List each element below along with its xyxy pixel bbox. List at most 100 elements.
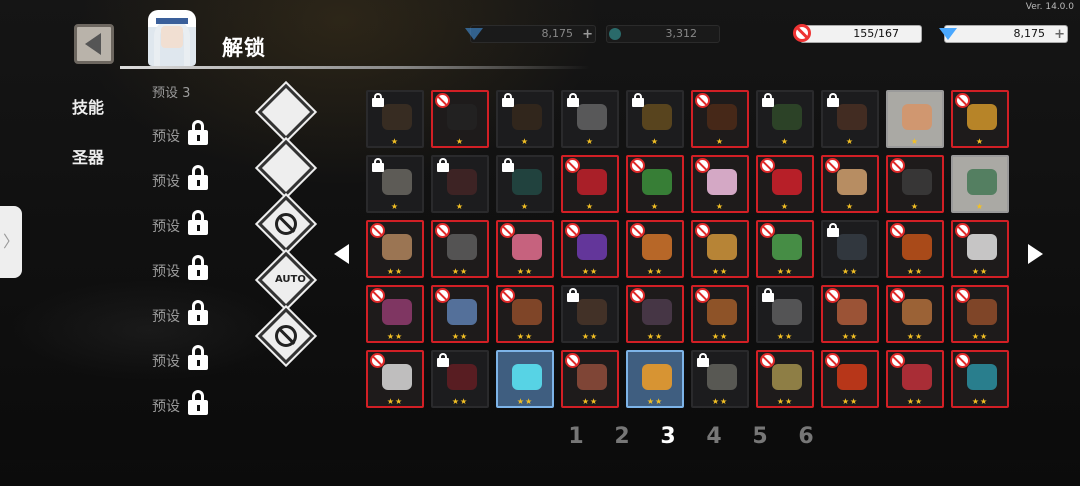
preset-item[interactable]: 预设: [152, 345, 208, 371]
star-rating: ★★: [451, 267, 469, 276]
relic-icon: [382, 104, 412, 130]
relic-slot[interactable]: ★: [561, 90, 619, 148]
lock-icon: [188, 120, 208, 145]
ban-icon: [435, 93, 450, 108]
relic-slot[interactable]: ★★: [691, 220, 749, 278]
relic-slot[interactable]: ★: [886, 90, 944, 148]
relic-slot[interactable]: ★: [691, 90, 749, 148]
relic-slot[interactable]: ★: [821, 155, 879, 213]
relic-slot[interactable]: ★★: [756, 220, 814, 278]
page-number[interactable]: 2: [612, 424, 632, 449]
relic-slot[interactable]: ★★: [496, 220, 554, 278]
gem-icon: [465, 28, 485, 48]
relic-slot[interactable]: ★: [951, 155, 1009, 213]
relic-slot[interactable]: ★★: [561, 350, 619, 408]
relic-slot[interactable]: ★★: [626, 350, 684, 408]
preset-item-partial[interactable]: 预设 3: [152, 82, 190, 101]
relic-slot[interactable]: ★★: [691, 350, 749, 408]
relic-slot[interactable]: ★★: [366, 220, 424, 278]
lock-icon: [567, 93, 579, 107]
star-rating: ★: [650, 202, 660, 211]
relic-slot[interactable]: ★★: [496, 350, 554, 408]
relic-slot[interactable]: ★★: [366, 285, 424, 343]
relic-icon: [837, 299, 867, 325]
resource-gems[interactable]: 8,175 +: [939, 25, 1068, 43]
lock-icon: [827, 223, 839, 237]
relic-slot[interactable]: ★★: [756, 350, 814, 408]
relic-slot[interactable]: ★★: [431, 350, 489, 408]
relic-slot[interactable]: ★: [756, 155, 814, 213]
relic-slot[interactable]: ★★: [561, 220, 619, 278]
relic-slot[interactable]: ★: [431, 90, 489, 148]
lock-icon: [762, 93, 774, 107]
next-page-arrow[interactable]: [1028, 244, 1043, 264]
star-rating: ★★: [516, 267, 534, 276]
relic-slot[interactable]: ★★: [496, 285, 554, 343]
relic-slot[interactable]: ★: [366, 155, 424, 213]
relic-slot[interactable]: ★★: [886, 220, 944, 278]
relic-slot[interactable]: ★★: [951, 350, 1009, 408]
relic-slot[interactable]: ★★: [886, 285, 944, 343]
relic-slot[interactable]: ★: [496, 90, 554, 148]
preset-item[interactable]: 预设: [152, 120, 208, 146]
preset-item[interactable]: 预设: [152, 210, 208, 236]
relic-slot[interactable]: ★★: [626, 220, 684, 278]
page-number[interactable]: 6: [796, 424, 816, 449]
side-drawer-tab[interactable]: 〉: [0, 206, 22, 278]
tab-relics[interactable]: 圣器: [72, 144, 104, 168]
relic-slot[interactable]: ★: [496, 155, 554, 213]
tab-skills[interactable]: 技能: [72, 94, 104, 118]
back-button[interactable]: [74, 24, 114, 64]
star-rating: ★★: [386, 332, 404, 341]
page-number[interactable]: 5: [750, 424, 770, 449]
preset-item[interactable]: 预设: [152, 390, 208, 416]
relic-slot[interactable]: ★★: [951, 220, 1009, 278]
relic-slot[interactable]: ★: [886, 155, 944, 213]
lock-icon: [188, 210, 208, 235]
relic-icon: [902, 364, 932, 390]
relic-slot[interactable]: ★: [691, 155, 749, 213]
resource-orbs[interactable]: 3,312: [606, 25, 720, 43]
relic-slot[interactable]: ★★: [821, 220, 879, 278]
relic-slot[interactable]: ★★: [756, 285, 814, 343]
relic-slot[interactable]: ★: [626, 155, 684, 213]
relic-slot[interactable]: ★★: [626, 285, 684, 343]
relic-slot[interactable]: ★: [561, 155, 619, 213]
page-number[interactable]: 1: [566, 424, 586, 449]
relic-icon: [707, 364, 737, 390]
ban-icon: [695, 158, 710, 173]
page-number[interactable]: 3: [658, 424, 678, 449]
relic-slot[interactable]: ★★: [431, 220, 489, 278]
ban-icon: [565, 353, 580, 368]
ban-icon: [955, 288, 970, 303]
relic-slot[interactable]: ★★: [691, 285, 749, 343]
relic-slot[interactable]: ★★: [561, 285, 619, 343]
ban-icon: [630, 158, 645, 173]
resource-ban-count[interactable]: 155/167: [793, 24, 922, 43]
ban-icon: [890, 158, 905, 173]
resource-gems-dim[interactable]: 8,175 +: [465, 25, 596, 43]
relic-slot[interactable]: ★: [366, 90, 424, 148]
ban-icon: [793, 24, 813, 44]
relic-slot[interactable]: ★★: [821, 350, 879, 408]
relic-icon: [642, 169, 672, 195]
preset-item[interactable]: 预设: [152, 300, 208, 326]
relic-slot[interactable]: ★: [626, 90, 684, 148]
prev-page-arrow[interactable]: [334, 244, 349, 264]
relic-slot[interactable]: ★★: [431, 285, 489, 343]
relic-slot[interactable]: ★★: [951, 285, 1009, 343]
relic-icon: [577, 234, 607, 260]
tool-label: [275, 213, 297, 235]
relic-slot[interactable]: ★: [431, 155, 489, 213]
relic-icon: [512, 234, 542, 260]
relic-slot[interactable]: ★: [951, 90, 1009, 148]
preset-item[interactable]: 预设: [152, 165, 208, 191]
preset-item[interactable]: 预设: [152, 255, 208, 281]
star-rating: ★: [780, 202, 790, 211]
page-number[interactable]: 4: [704, 424, 724, 449]
relic-slot[interactable]: ★: [756, 90, 814, 148]
relic-slot[interactable]: ★★: [886, 350, 944, 408]
relic-slot[interactable]: ★: [821, 90, 879, 148]
relic-slot[interactable]: ★★: [366, 350, 424, 408]
relic-slot[interactable]: ★★: [821, 285, 879, 343]
